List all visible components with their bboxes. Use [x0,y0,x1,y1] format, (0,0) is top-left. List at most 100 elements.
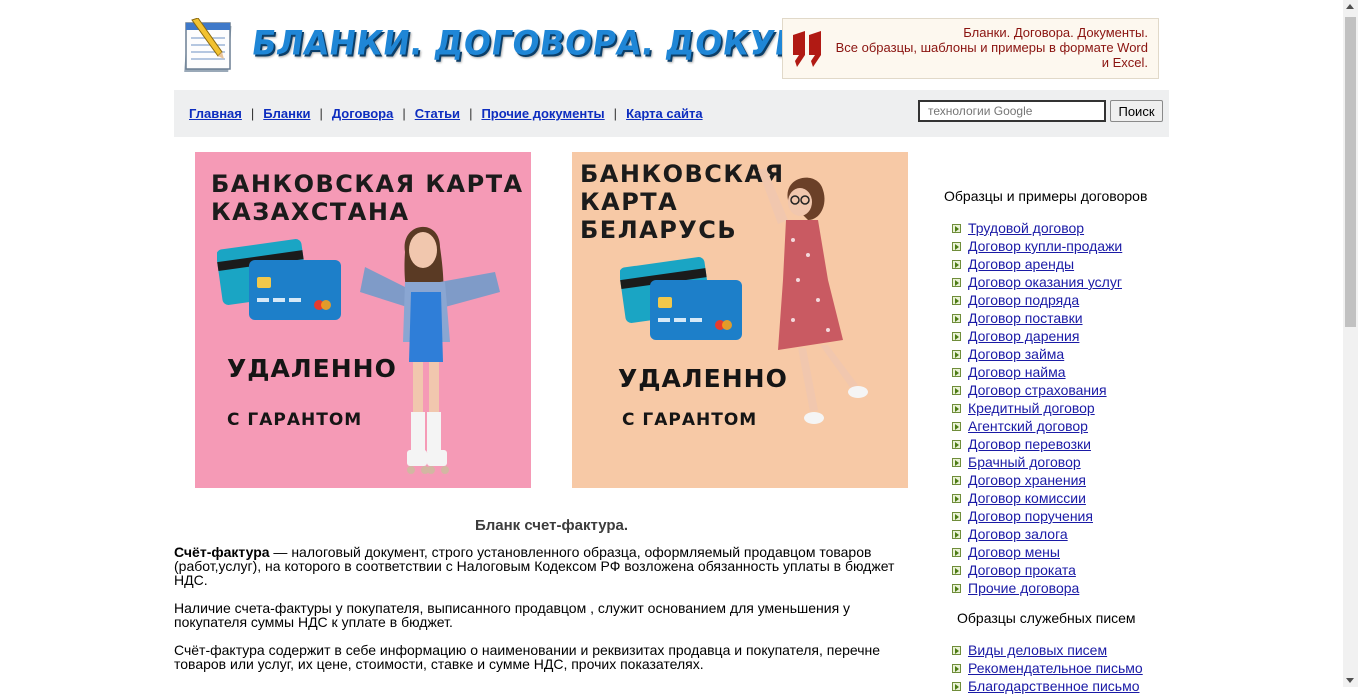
contracts-heading: Образцы и примеры договоров [944,188,1148,204]
sidebar-link[interactable]: Договор залога [968,526,1068,542]
arrow-bullet-icon [952,530,961,539]
nav-separator: | [319,106,323,121]
tagline-box: Бланки. Договора. Документы. Все образцы… [782,18,1159,79]
banner-remote-label: УДАЛЕННО [618,364,788,393]
list-item: Договор займа [952,345,1122,363]
sidebar-link[interactable]: Договор страхования [968,382,1107,398]
scroll-thumb[interactable] [1345,17,1356,327]
article-paragraph: Счёт-фактура содержит в себе информацию … [174,642,881,672]
notepad-pencil-icon [184,18,232,72]
list-item: Рекомендательное письмо [952,659,1143,677]
bank-cards-icon [217,239,341,320]
arrow-bullet-icon [952,242,961,251]
nav-articles[interactable]: Статьи [415,106,460,121]
arrow-bullet-icon [952,404,961,413]
list-item: Договор дарения [952,327,1122,345]
scroll-down-arrow-icon[interactable] [1346,678,1354,683]
sidebar-link[interactable]: Договор купли-продажи [968,238,1122,254]
search-button[interactable]: Поиск [1110,100,1163,122]
arrow-bullet-icon [952,296,961,305]
arrow-bullet-icon [952,440,961,449]
woman-figure-image [360,226,500,474]
arrow-bullet-icon [952,332,961,341]
arrow-bullet-icon [952,350,961,359]
sidebar-link[interactable]: Брачный договор [968,454,1081,470]
arrow-bullet-icon [952,314,961,323]
sidebar-link[interactable]: Прочие договора [968,580,1079,596]
site-logo[interactable]: БЛАНКИ. ДОГОВОРА. ДОКУМЕНТЫ. [182,14,928,80]
nav-contracts[interactable]: Договора [332,106,393,121]
sidebar-link[interactable]: Договор мены [968,544,1060,560]
list-item: Договор перевозки [952,435,1122,453]
nav-separator: | [469,106,473,121]
letters-heading: Образцы служебных писем [957,610,1136,626]
list-item: Договор проката [952,561,1122,579]
sidebar-link[interactable]: Трудовой договор [968,220,1084,236]
banner-kazakhstan-card[interactable]: БАНКОВСКАЯ КАРТА КАЗАХСТАНА УДАЛЕННО С Г… [195,152,531,488]
list-item: Договор поручения [952,507,1122,525]
sidebar-link[interactable]: Рекомендательное письмо [968,660,1143,676]
nav-other-documents[interactable]: Прочие документы [481,106,604,121]
list-item: Виды деловых писем [952,641,1143,659]
banner-guarantee-label: С ГАРАНТОМ [227,410,363,430]
list-item: Договор комиссии [952,489,1122,507]
list-item: Брачный договор [952,453,1122,471]
nav-links: Главная | Бланки | Договора | Статьи | Прочие до… [189,106,703,121]
sidebar-link[interactable]: Договор поручения [968,508,1093,524]
scroll-up-arrow-icon[interactable] [1346,4,1354,9]
sidebar-link[interactable]: Агентский договор [968,418,1088,434]
sidebar-link[interactable]: Договор дарения [968,328,1079,344]
sidebar-link[interactable]: Договор проката [968,562,1076,578]
list-item: Договор оказания услуг [952,273,1122,291]
nav-separator: | [402,106,406,121]
list-item: Прочие договора [952,579,1122,597]
arrow-bullet-icon [952,512,961,521]
sidebar-link[interactable]: Договор оказания услуг [968,274,1122,290]
nav-separator: | [250,106,255,121]
arrow-bullet-icon [952,494,961,503]
list-item: Трудовой договор [952,219,1122,237]
arrow-bullet-icon [952,386,961,395]
arrow-bullet-icon [952,458,961,467]
list-item: Договор найма [952,363,1122,381]
arrow-bullet-icon [952,566,961,575]
arrow-bullet-icon [952,646,961,655]
sidebar-link[interactable]: Договор комиссии [968,490,1086,506]
article-title: Бланк счет-фактура. [474,517,629,534]
bank-cards-icon [620,257,742,340]
tagline-text: Бланки. Договора. Документы. Все образцы… [835,25,1148,70]
sidebar-link[interactable]: Кредитный договор [968,400,1095,416]
banner-remote-label: УДАЛЕННО [227,354,397,383]
banner-belarus-card[interactable]: БАНКОВСКАЯ КАРТА БЕЛАРУСЬ УДАЛЕННО С ГАР… [572,152,908,488]
nav-separator: | [613,106,618,121]
sidebar-link[interactable]: Договор займа [968,346,1064,362]
main-nav: Главная | Бланки | Договора | Статьи | Прочие до… [174,90,1169,137]
sidebar-link[interactable]: Договор хранения [968,472,1086,488]
list-item: Агентский договор [952,417,1122,435]
list-item: Договор купли-продажи [952,237,1122,255]
sidebar-link[interactable]: Благодарственное письмо [968,678,1140,694]
sidebar-link[interactable]: Договор поставки [968,310,1083,326]
sidebar-link[interactable]: Виды деловых писем [968,642,1107,658]
arrow-bullet-icon [952,584,961,593]
list-item: Кредитный договор [952,399,1122,417]
sidebar-link[interactable]: Договор перевозки [968,436,1091,452]
page-scrollbar[interactable] [1343,0,1358,687]
arrow-bullet-icon [952,422,961,431]
search-input[interactable] [918,100,1106,122]
nav-home[interactable]: Главная [189,106,242,121]
list-item: Договор поставки [952,309,1122,327]
arrow-bullet-icon [952,548,961,557]
nav-blanks[interactable]: Бланки [263,106,310,121]
banner-guarantee-label: С ГАРАНТОМ [622,410,758,430]
woman-figure-image [758,168,868,424]
sidebar-link[interactable]: Договор подряда [968,292,1079,308]
list-item: Договор страхования [952,381,1122,399]
sidebar-link[interactable]: Договор аренды [968,256,1074,272]
list-item: Договор аренды [952,255,1122,273]
arrow-bullet-icon [952,368,961,377]
sidebar-link[interactable]: Договор найма [968,364,1066,380]
nav-sitemap[interactable]: Карта сайта [626,106,703,121]
list-item: Договор хранения [952,471,1122,489]
arrow-bullet-icon [952,224,961,233]
